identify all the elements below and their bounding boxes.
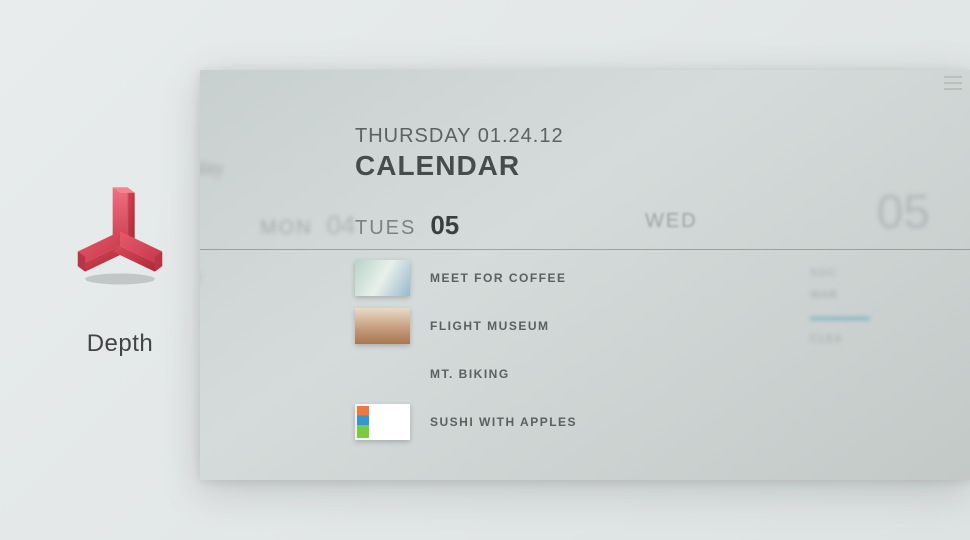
upcoming-item: WAR bbox=[810, 284, 870, 306]
day-mon[interactable]: MON 04 bbox=[260, 210, 356, 241]
day-number: 04 bbox=[327, 210, 356, 241]
day-label: TUES bbox=[355, 217, 416, 240]
event-item[interactable]: MEET FOR COFFEE bbox=[355, 260, 577, 296]
event-thumbnail bbox=[355, 404, 410, 440]
event-item[interactable]: SUSHI WITH APPLES bbox=[355, 404, 577, 440]
event-label: SUSHI WITH APPLES bbox=[430, 415, 577, 429]
depth-icon bbox=[65, 180, 175, 290]
calendar-window: Quality tus e logy THURSDAY 01.24.12 CAL… bbox=[200, 70, 970, 480]
event-label: MEET FOR COFFEE bbox=[430, 271, 567, 285]
current-date: THURSDAY 01.24.12 bbox=[355, 125, 564, 148]
upcoming-item: SOC bbox=[810, 262, 870, 284]
app-title: CALENDAR bbox=[355, 150, 564, 182]
day-tue[interactable]: TUES 05 bbox=[355, 210, 459, 241]
event-thumbnail bbox=[355, 308, 410, 344]
header: THURSDAY 01.24.12 CALENDAR bbox=[355, 125, 564, 182]
day-label: MON bbox=[260, 217, 313, 240]
depth-label: Depth bbox=[40, 330, 200, 358]
day-label: WED bbox=[645, 210, 698, 233]
event-label: FLIGHT MUSEUM bbox=[430, 319, 550, 333]
note-line: Quality bbox=[200, 150, 224, 186]
day-wed[interactable]: WED bbox=[645, 210, 712, 233]
menu-icon[interactable] bbox=[944, 76, 962, 90]
left-panel: Depth bbox=[40, 180, 200, 358]
event-list: MEET FOR COFFEE FLIGHT MUSEUM MT. BIKING… bbox=[355, 260, 577, 452]
upcoming-list: SOC WAR CLEA bbox=[810, 262, 870, 350]
timeline: MON 04 TUES 05 WED bbox=[200, 210, 970, 250]
note-line: logy bbox=[200, 258, 224, 294]
progress-bar bbox=[810, 317, 870, 320]
event-item[interactable]: FLIGHT MUSEUM bbox=[355, 308, 577, 344]
event-thumbnail bbox=[355, 260, 410, 296]
day-number-active: 05 bbox=[430, 210, 459, 241]
event-label: MT. BIKING bbox=[430, 367, 510, 381]
event-item[interactable]: MT. BIKING bbox=[355, 356, 577, 392]
upcoming-item: CLEA bbox=[810, 328, 870, 350]
